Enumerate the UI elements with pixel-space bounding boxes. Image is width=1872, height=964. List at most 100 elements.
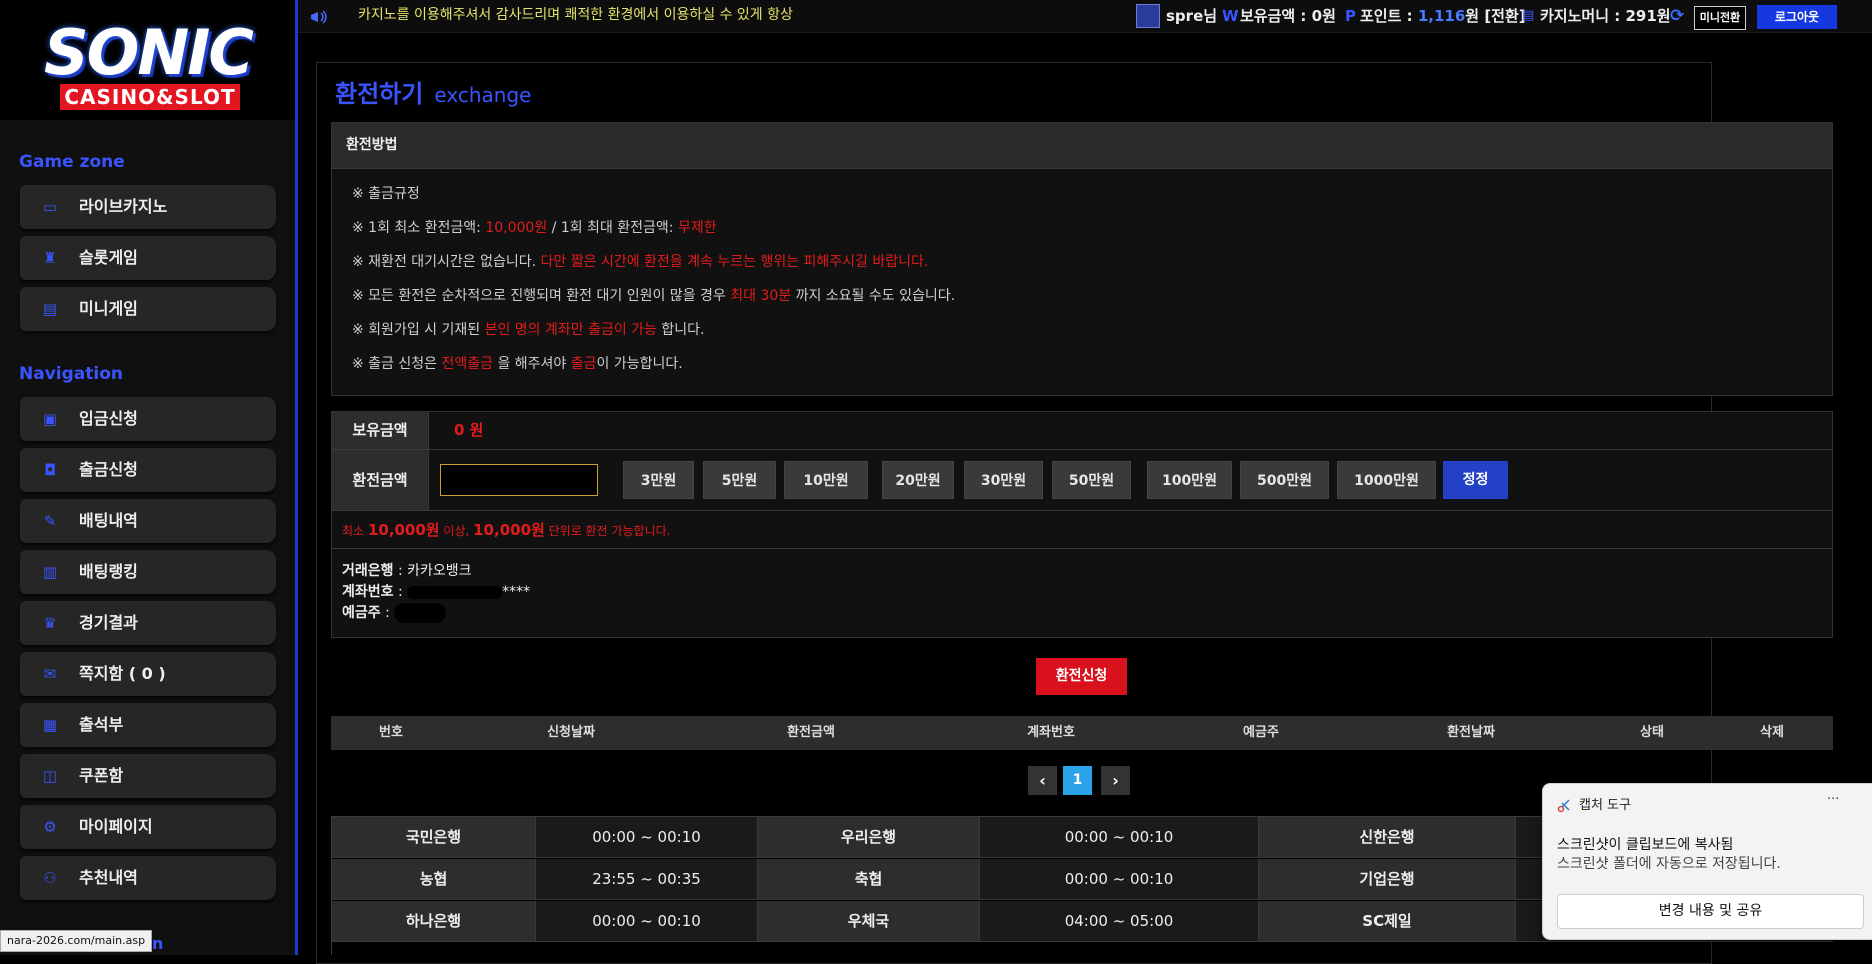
rule-highlight: 10,000원 xyxy=(485,220,548,236)
rule-line: ※ 회원가입 시 기재된 본인 명의 계좌만 출금이 가능 합니다. xyxy=(352,319,705,339)
sidebar-item-label: 마이페이지 xyxy=(79,817,153,836)
page-subtitle: exchange xyxy=(434,83,532,107)
sidebar-item-label: 출금신청 xyxy=(79,460,138,479)
top-bar: 카지노를 이용해주셔서 감사드리며 쾌적한 환경에서 이용하실 수 있게 항상 … xyxy=(298,0,1872,33)
game-item-1[interactable]: ♜ 슬롯게임 xyxy=(20,236,276,280)
game-item-2[interactable]: ▤ 미니게임 xyxy=(20,287,276,331)
message-icon: ✉ xyxy=(43,665,57,683)
nav-item-7[interactable]: ◫ 쿠폰함 xyxy=(20,754,276,798)
prev-page-button[interactable]: ‹ xyxy=(1028,766,1057,795)
nav-item-6[interactable]: ▦ 출석부 xyxy=(20,703,276,747)
sidebar-item-label: 슬롯게임 xyxy=(79,248,138,267)
more-options-icon[interactable]: ··· xyxy=(1827,792,1839,807)
mini-switch-button[interactable]: 미니전환 xyxy=(1694,6,1746,30)
nav-item-5[interactable]: ✉ 쪽지함 ( 0 ) xyxy=(20,652,276,696)
amount-preset-button[interactable]: 50만원 xyxy=(1052,461,1131,499)
game-item-0[interactable]: ▭ 라이브카지노 xyxy=(20,185,276,229)
current-page[interactable]: 1 xyxy=(1063,766,1092,795)
amount-preset-button[interactable]: 5만원 xyxy=(703,461,776,499)
divider xyxy=(429,510,1832,511)
rule-text: ※ 출금 신청은 xyxy=(352,356,442,372)
points-value: 1,116 xyxy=(1417,7,1466,25)
sidebar-item-label: 입금신청 xyxy=(79,409,138,428)
amount-input[interactable] xyxy=(440,464,598,496)
sidebar-item-label: 라이브카지노 xyxy=(79,197,168,216)
status-url: nara-2026.com/main.asp xyxy=(0,930,153,952)
rule-highlight: 무제한 xyxy=(677,220,717,236)
bank-maintenance-time: 00:00 ~ 00:10 xyxy=(980,859,1259,900)
account-label: 계좌번호 xyxy=(342,584,394,600)
snipping-tool-toast[interactable]: 캡처 도구 ··· 스크린샷이 클립보드에 복사됨 스크린샷 폴더에 자동으로 … xyxy=(1542,783,1872,940)
logout-button[interactable]: 로그아웃 xyxy=(1757,5,1837,29)
amount-preset-button[interactable]: 20만원 xyxy=(882,461,954,499)
amount-preset-button[interactable]: 3만원 xyxy=(623,461,694,499)
history-column-header: 신청날짜 xyxy=(547,725,595,740)
method-header: 환전방법 xyxy=(332,123,1832,169)
rule-highlight: 전액출금 xyxy=(441,356,494,372)
sidebar-item-label: 쿠폰함 xyxy=(79,766,124,785)
amount-notice: 최소 10,000원 이상, 10,000원 단위로 환전 가능합니다. xyxy=(342,519,670,540)
bank-name: 축협 xyxy=(758,859,980,900)
exchange-submit-button[interactable]: 환전신청 xyxy=(1036,658,1127,695)
history-column-header: 상태 xyxy=(1640,725,1664,740)
refresh-icon[interactable]: ⟳ xyxy=(1670,0,1684,32)
slot-icon: ♜ xyxy=(43,249,57,267)
history-column-header: 삭제 xyxy=(1760,725,1784,740)
nav-item-3[interactable]: ▥ 배팅랭킹 xyxy=(20,550,276,594)
bank-name: 기업은행 xyxy=(1259,859,1516,900)
account-value: **** xyxy=(502,584,531,600)
balance-value: 0 원 xyxy=(454,421,484,439)
toast-body: 스크린샷 폴더에 자동으로 저장됩니다. xyxy=(1557,856,1781,872)
redaction xyxy=(394,603,447,623)
points-group: 포인트 : 1,116원 [전환] xyxy=(1360,0,1526,32)
points-convert[interactable]: 원 [전환] xyxy=(1465,7,1525,25)
rule-line: ※ 1회 최소 환전금액: 10,000원 / 1회 최대 환전금액: 무제한 xyxy=(352,217,717,237)
page-title-group: 환전하기 exchange xyxy=(335,74,531,109)
nav-item-9[interactable]: ⚇ 추천내역 xyxy=(20,856,276,900)
rule-text: 합니다. xyxy=(656,322,705,338)
username: spre님 xyxy=(1166,7,1218,25)
rule-highlight: 출금 xyxy=(570,356,597,372)
coupon-icon: ◫ xyxy=(42,767,58,785)
amount-preset-button[interactable]: 30만원 xyxy=(964,461,1043,499)
rule-text: ※ 모든 환전은 순차적으로 진행되며 환전 대기 인원이 많을 경우 xyxy=(352,288,731,304)
points-label: 포인트 : xyxy=(1360,7,1418,25)
bank-maintenance-time: 00:00 ~ 00:10 xyxy=(536,901,758,942)
reset-button[interactable]: 정정 xyxy=(1443,461,1508,499)
history-column-header: 예금주 xyxy=(1243,725,1279,740)
bank-name: 국민은행 xyxy=(332,817,536,858)
redaction xyxy=(407,585,503,599)
notice-mid: 이상, xyxy=(439,524,474,538)
toast-action-button[interactable]: 변경 내용 및 공유 xyxy=(1557,894,1864,929)
amount-preset-button[interactable]: 1000만원 xyxy=(1337,461,1436,499)
method-heading: 환전방법 xyxy=(346,137,398,153)
balance-label: 보유금액 xyxy=(332,412,429,450)
ranking-icon: ▥ xyxy=(42,563,58,581)
trophy-icon: ♛ xyxy=(43,614,57,632)
next-page-button[interactable]: › xyxy=(1101,766,1130,795)
nav-item-8[interactable]: ⚙ 마이페이지 xyxy=(20,805,276,849)
rule-text: ※ 회원가입 시 기재된 xyxy=(352,322,485,338)
amount-preset-button[interactable]: 500만원 xyxy=(1240,461,1329,499)
logo-wordmark: SONIC xyxy=(44,16,254,89)
nav-item-2[interactable]: ✎ 배팅내역 xyxy=(20,499,276,543)
notice-marquee: 카지노를 이용해주셔서 감사드리며 쾌적한 환경에서 이용하실 수 있게 항상 xyxy=(358,7,793,23)
nav-item-1[interactable]: ◘ 출금신청 xyxy=(20,448,276,492)
logo-subtitle: CASINO&SLOT xyxy=(60,84,240,110)
sidebar: SONIC CASINO&SLOT Game zone ▭ 라이브카지노 ♜ 슬롯게임… xyxy=(0,0,298,955)
won-icon: W xyxy=(1222,7,1239,25)
nav-item-4[interactable]: ♛ 경기결과 xyxy=(20,601,276,645)
bank-maintenance-time: 00:00 ~ 00:10 xyxy=(536,817,758,858)
history-column-header: 환전날짜 xyxy=(1447,725,1495,740)
divider xyxy=(429,449,1832,450)
amount-label: 환전금액 xyxy=(332,450,429,511)
nav-item-0[interactable]: ▣ 입금신청 xyxy=(20,397,276,441)
deposit-icon: ▣ xyxy=(42,410,58,428)
site-logo[interactable]: SONIC CASINO&SLOT xyxy=(0,0,295,120)
amount-preset-button[interactable]: 10만원 xyxy=(784,461,868,499)
amount-preset-button[interactable]: 100만원 xyxy=(1147,461,1232,499)
bank-name: 농협 xyxy=(332,859,536,900)
card-icon: ▭ xyxy=(42,198,58,216)
bank-info: 거래은행 : 카카오뱅크 계좌번호 : **** 예금주 : xyxy=(342,563,531,623)
sidebar-item-label: 미니게임 xyxy=(79,299,138,318)
